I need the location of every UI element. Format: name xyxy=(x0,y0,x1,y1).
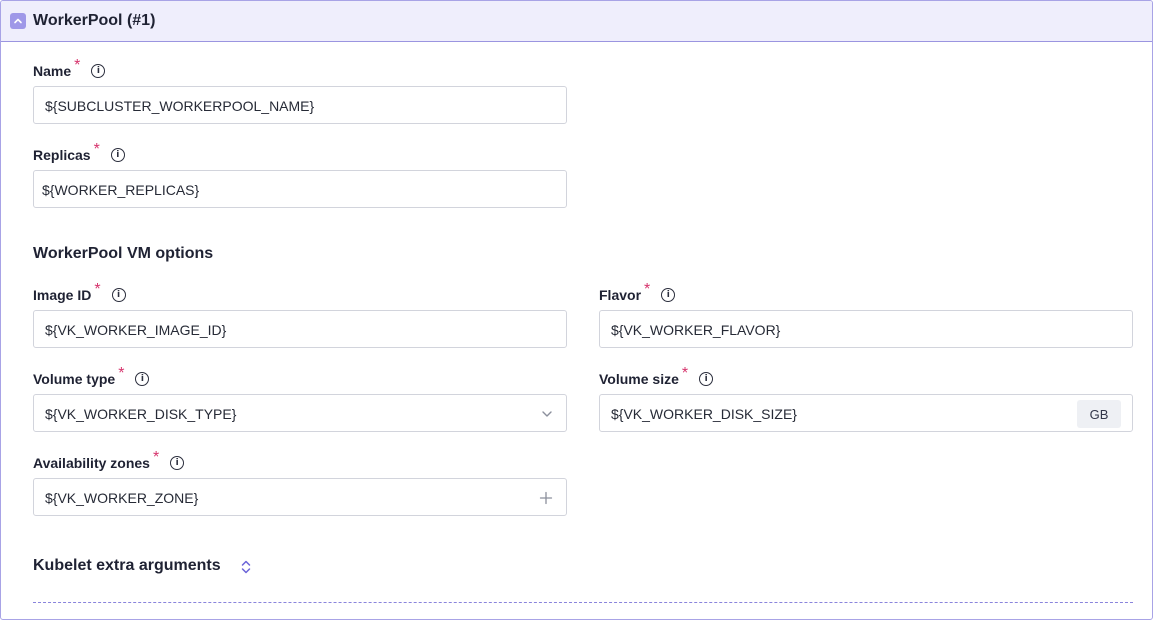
volume-type-label-text: Volume type xyxy=(33,371,116,387)
volume-type-label: Volume type * i xyxy=(33,365,150,388)
availability-zones-label: Availability zones * i xyxy=(33,449,185,472)
replicas-label: Replicas * i xyxy=(33,141,125,164)
volume-type-select-value: ${VK_WORKER_DISK_TYPE} xyxy=(45,406,237,422)
panel-title: WorkerPool (#1) xyxy=(33,12,156,29)
name-label-text: Name xyxy=(33,63,72,79)
name-input-value: ${SUBCLUSTER_WORKERPOOL_NAME} xyxy=(45,98,315,114)
required-marker: * xyxy=(94,281,101,298)
info-icon[interactable]: i xyxy=(699,372,714,386)
image-id-input[interactable]: ${VK_WORKER_IMAGE_ID} xyxy=(33,310,567,348)
replicas-input[interactable]: ${WORKER_REPLICAS} xyxy=(33,170,567,208)
image-id-label: Image ID * i xyxy=(33,281,126,304)
availability-zones-label-text: Availability zones xyxy=(33,455,150,471)
volume-size-input-value: ${VK_WORKER_DISK_SIZE} xyxy=(611,406,797,422)
required-marker: * xyxy=(118,365,125,382)
kubelet-args-heading[interactable]: Kubelet extra arguments xyxy=(33,557,221,575)
volume-size-label-text: Volume size xyxy=(599,371,679,387)
info-icon[interactable]: i xyxy=(91,64,106,78)
flavor-label-text: Flavor xyxy=(599,287,642,303)
workerpool-panel: WorkerPool (#1) Name * i ${SUBCLUSTER_WO… xyxy=(0,0,1153,620)
chevron-up-down-icon[interactable] xyxy=(239,559,253,575)
flavor-input-value: ${VK_WORKER_FLAVOR} xyxy=(611,322,781,338)
info-icon[interactable]: i xyxy=(661,288,676,302)
replicas-input-value: ${WORKER_REPLICAS} xyxy=(42,182,200,198)
required-marker: * xyxy=(152,449,160,466)
plus-icon[interactable] xyxy=(539,491,553,505)
replicas-label-text: Replicas xyxy=(33,147,91,163)
vm-options-heading: WorkerPool VM options xyxy=(33,245,214,262)
required-marker: * xyxy=(681,365,689,382)
kubelet-args-divider xyxy=(33,602,1133,603)
info-icon[interactable]: i xyxy=(110,148,125,162)
info-icon[interactable]: i xyxy=(111,288,126,302)
availability-zones-input-value: ${VK_WORKER_ZONE} xyxy=(45,490,199,506)
volume-size-unit: GB xyxy=(1077,400,1121,428)
panel-header[interactable]: WorkerPool (#1) xyxy=(1,1,1152,42)
volume-size-input[interactable]: ${VK_WORKER_DISK_SIZE} GB xyxy=(599,394,1133,432)
name-label: Name * i xyxy=(33,57,106,80)
availability-zones-input[interactable]: ${VK_WORKER_ZONE} xyxy=(33,478,567,516)
info-icon[interactable]: i xyxy=(135,372,150,386)
flavor-input[interactable]: ${VK_WORKER_FLAVOR} xyxy=(599,310,1133,348)
info-icon[interactable]: i xyxy=(170,456,185,470)
required-marker: * xyxy=(74,57,81,74)
chevron-down-icon[interactable] xyxy=(540,407,554,421)
name-input[interactable]: ${SUBCLUSTER_WORKERPOOL_NAME} xyxy=(33,86,567,124)
volume-size-label: Volume size * i xyxy=(599,365,714,388)
image-id-label-text: Image ID xyxy=(33,287,92,303)
required-marker: * xyxy=(93,141,100,158)
image-id-input-value: ${VK_WORKER_IMAGE_ID} xyxy=(45,322,227,338)
flavor-label: Flavor * i xyxy=(599,281,676,304)
volume-type-select[interactable]: ${VK_WORKER_DISK_TYPE} xyxy=(33,394,567,432)
required-marker: * xyxy=(644,281,651,298)
chevron-up-icon[interactable] xyxy=(10,13,26,29)
